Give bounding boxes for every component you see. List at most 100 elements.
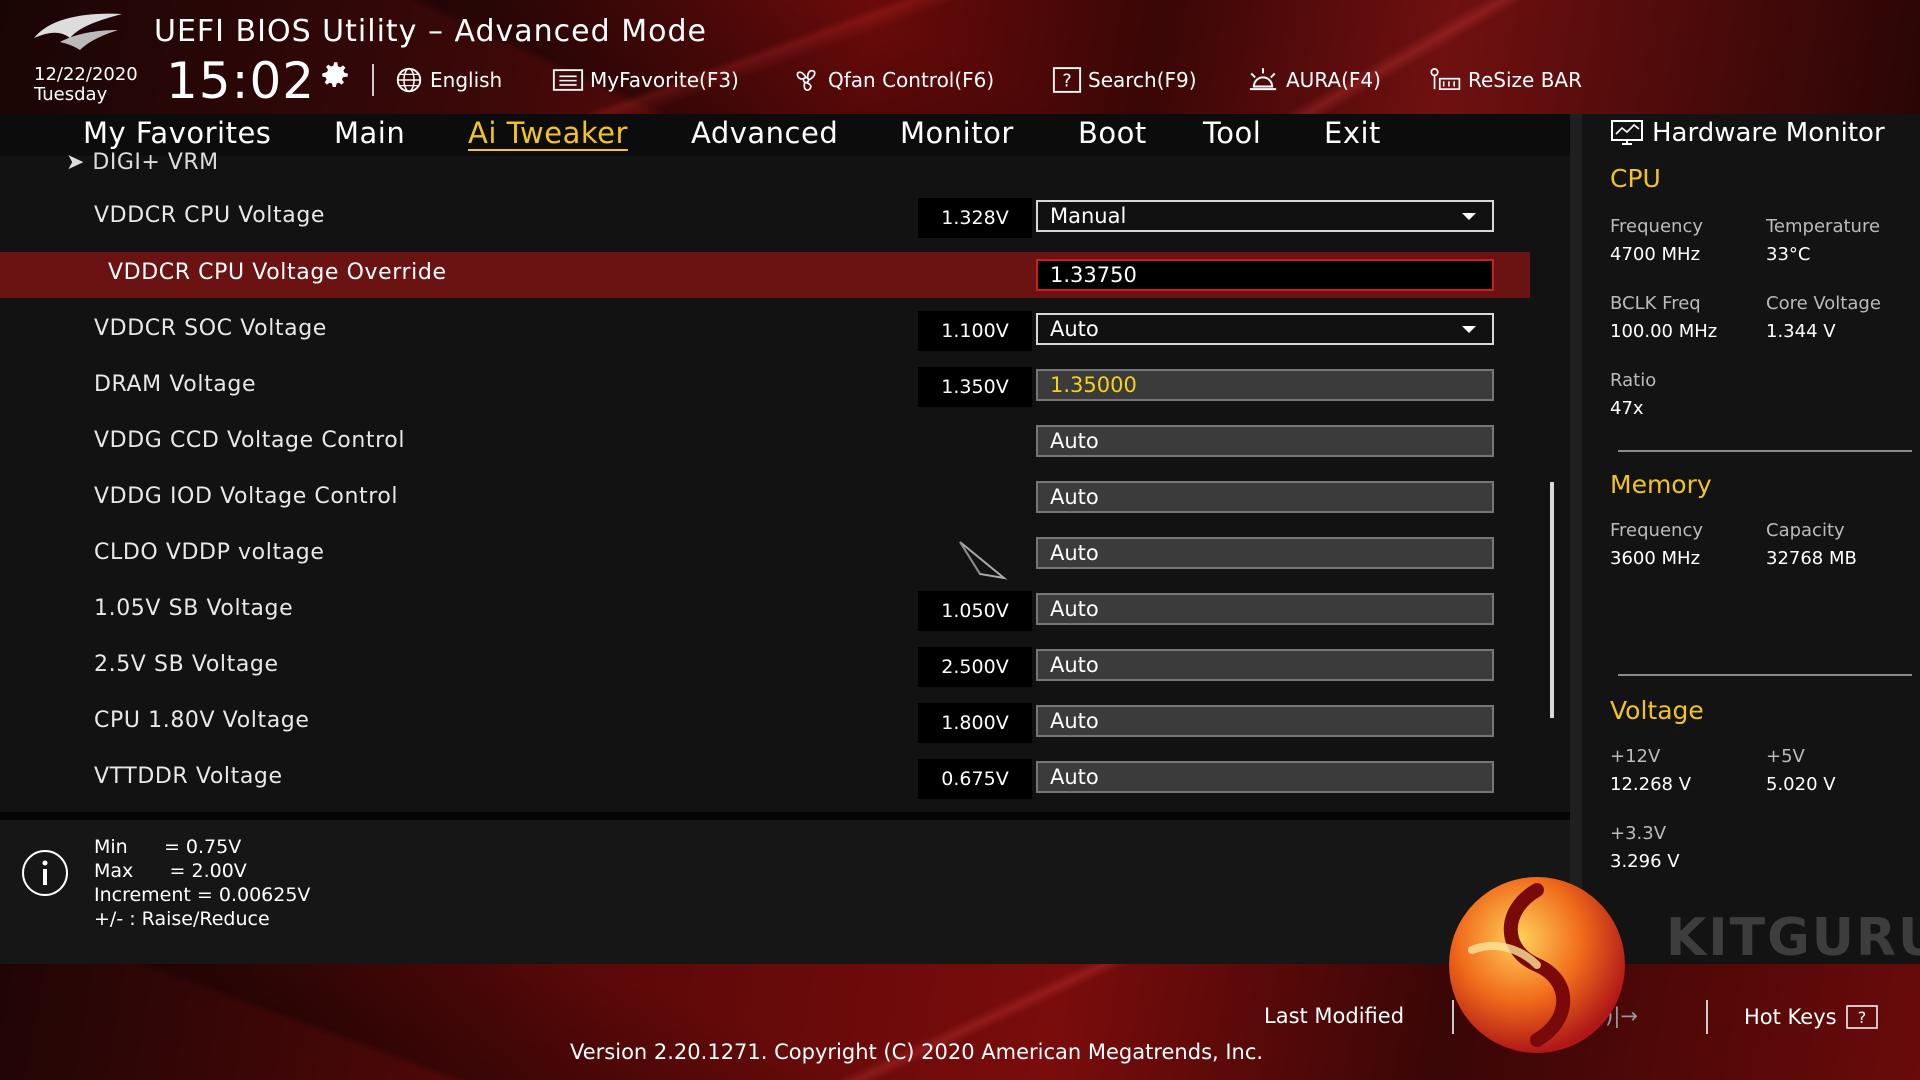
- v33-value: 3.296 V: [1610, 851, 1680, 872]
- current-voltage: 0.675V: [918, 759, 1032, 799]
- search-button[interactable]: ? Search(F9): [1052, 64, 1197, 96]
- hardware-monitor-label: Hardware Monitor: [1652, 118, 1885, 148]
- setting-field[interactable]: Auto: [1036, 761, 1494, 793]
- hardware-monitor-title: Hardware Monitor: [1610, 118, 1885, 148]
- dram-voltage-field[interactable]: 1.35000: [1036, 369, 1494, 401]
- setting-field[interactable]: Auto: [1036, 649, 1494, 681]
- language-button[interactable]: English: [394, 64, 502, 96]
- favorite-list-icon: [552, 69, 584, 91]
- header-bar: UEFI BIOS Utility – Advanced Mode 12/22/…: [0, 0, 1920, 114]
- header-divider: [372, 64, 374, 96]
- info-hint: +/- : Raise/Reduce: [94, 908, 270, 930]
- setting-field[interactable]: Auto: [1036, 705, 1494, 737]
- scrollbar-thumb[interactable]: [1550, 482, 1554, 718]
- gear-icon[interactable]: [318, 58, 352, 92]
- fan-icon: [796, 69, 816, 91]
- aura-light-icon: [1249, 68, 1277, 91]
- setting-row-vddcr-cpu-voltage[interactable]: VDDCR CPU Voltage 1.328V Manual: [0, 195, 1530, 241]
- setting-row-vddg-iod[interactable]: VDDG IOD Voltage Control Auto: [0, 476, 1530, 522]
- setting-row-vddcr-cpu-voltage-override[interactable]: VDDCR CPU Voltage Override 1.33750: [0, 252, 1530, 298]
- settings-list: ➤ DIGI+ VRM VDDCR CPU Voltage 1.328V Man…: [0, 150, 1570, 812]
- cpu-temperature-label: Temperature: [1766, 216, 1881, 237]
- tab-exit[interactable]: Exit: [1324, 116, 1381, 150]
- setting-dropdown[interactable]: Manual: [1036, 200, 1494, 232]
- globe-icon: [396, 67, 422, 93]
- setting-label: CLDO VDDP voltage: [94, 540, 325, 565]
- info-max: Max = 2.00V: [94, 860, 247, 882]
- v33-label: +3.3V: [1610, 823, 1667, 844]
- mouse-cursor-icon: [959, 541, 1008, 580]
- day-text: Tuesday: [34, 84, 108, 105]
- submenu-digi-vrm[interactable]: ➤ DIGI+ VRM: [66, 150, 219, 175]
- resize-bar-label: ReSize BAR: [1468, 68, 1583, 92]
- help-info-panel: Min = 0.75V Max = 2.00V Increment = 0.00…: [0, 812, 1570, 964]
- setting-row-cpu-1-80v[interactable]: CPU 1.80V Voltage 1.800V Auto: [0, 700, 1530, 746]
- hot-keys-button[interactable]: Hot Keys ?: [1744, 1004, 1879, 1030]
- svg-text:?: ?: [1857, 1008, 1866, 1027]
- core-voltage-value: 1.344 V: [1766, 321, 1836, 342]
- tab-main[interactable]: Main: [334, 116, 405, 150]
- hardware-monitor-panel: Hardware Monitor CPU Frequency 4700 MHz …: [1570, 114, 1920, 964]
- setting-field[interactable]: Auto: [1036, 425, 1494, 457]
- tab-tool[interactable]: Tool: [1203, 116, 1261, 150]
- rog-logo-icon: [34, 13, 122, 50]
- cpu-temperature-value: 33°C: [1766, 244, 1811, 265]
- current-voltage: 1.100V: [918, 311, 1032, 351]
- hot-keys-label: Hot Keys: [1744, 1005, 1837, 1029]
- tab-advanced[interactable]: Advanced: [691, 116, 838, 150]
- setting-label: VDDCR CPU Voltage Override: [108, 260, 447, 285]
- resize-bar-icon: [1430, 68, 1461, 91]
- tab-my-favorites[interactable]: My Favorites: [83, 116, 271, 150]
- setting-field[interactable]: Auto: [1036, 537, 1494, 569]
- myfavorite-label: MyFavorite(F3): [590, 68, 739, 92]
- v5-label: +5V: [1766, 746, 1805, 767]
- setting-row-vddg-ccd[interactable]: VDDG CCD Voltage Control Auto: [0, 420, 1530, 466]
- dropdown-value: Manual: [1050, 204, 1127, 228]
- kitguru-logo-icon: [1449, 877, 1625, 1053]
- setting-row-vttddr[interactable]: VTTDDR Voltage 0.675V Auto: [0, 756, 1530, 802]
- current-voltage: 1.050V: [918, 591, 1032, 631]
- footer-bar: Last Modified EzMode(F7)|→ Hot Keys ? Ve…: [0, 964, 1920, 1080]
- setting-field[interactable]: Auto: [1036, 481, 1494, 513]
- tab-monitor[interactable]: Monitor: [900, 116, 1014, 150]
- myfavorite-button[interactable]: MyFavorite(F3): [552, 64, 739, 96]
- app-title: UEFI BIOS Utility – Advanced Mode: [154, 14, 707, 49]
- date-text: 12/22/2020: [34, 64, 138, 85]
- tab-boot[interactable]: Boot: [1078, 116, 1147, 150]
- tab-ai-tweaker[interactable]: Ai Tweaker: [468, 116, 628, 150]
- search-label: Search(F9): [1088, 68, 1197, 92]
- ratio-value: 47x: [1610, 398, 1644, 419]
- voltage-override-input[interactable]: 1.33750: [1036, 259, 1494, 291]
- chevron-down-icon: [1462, 326, 1476, 333]
- bclk-value: 100.00 MHz: [1610, 321, 1718, 342]
- search-help-icon: ?: [1052, 67, 1082, 93]
- memory-frequency-value: 3600 MHz: [1610, 548, 1701, 569]
- current-voltage: 1.328V: [918, 198, 1032, 238]
- current-voltage: 1.800V: [918, 703, 1032, 743]
- last-modified-button[interactable]: Last Modified: [1264, 1004, 1404, 1028]
- setting-row-2-5v-sb[interactable]: 2.5V SB Voltage 2.500V Auto: [0, 644, 1530, 690]
- memory-capacity-value: 32768 MB: [1766, 548, 1857, 569]
- memory-section-heading: Memory: [1610, 470, 1712, 499]
- main-nav: My Favorites Main Ai Tweaker Advanced Mo…: [0, 114, 1570, 156]
- section-divider: [1618, 450, 1912, 452]
- info-icon: [22, 850, 68, 896]
- setting-row-cldo-vddp[interactable]: CLDO VDDP voltage Auto: [0, 532, 1530, 578]
- setting-label: VDDG IOD Voltage Control: [94, 484, 399, 509]
- resize-bar-button[interactable]: ReSize BAR: [1428, 64, 1582, 96]
- setting-dropdown[interactable]: Auto: [1036, 313, 1494, 345]
- setting-row-vddcr-soc-voltage[interactable]: VDDCR SOC Voltage 1.100V Auto: [0, 308, 1530, 354]
- setting-row-1-05v-sb[interactable]: 1.05V SB Voltage 1.050V Auto: [0, 588, 1530, 634]
- memory-frequency-label: Frequency: [1610, 520, 1703, 541]
- kitguru-watermark: KITGURU: [1666, 908, 1920, 968]
- setting-row-dram-voltage[interactable]: DRAM Voltage 1.350V 1.35000: [0, 364, 1530, 410]
- qfan-control-label: Qfan Control(F6): [828, 68, 995, 92]
- setting-label: DRAM Voltage: [94, 372, 257, 397]
- setting-label: VDDCR SOC Voltage: [94, 316, 327, 341]
- footer-divider: [1706, 1000, 1708, 1034]
- monitor-icon: [1611, 120, 1643, 145]
- aura-button[interactable]: AURA(F4): [1246, 64, 1381, 96]
- setting-field[interactable]: Auto: [1036, 593, 1494, 625]
- qfan-control-button[interactable]: Qfan Control(F6): [790, 64, 994, 96]
- chevron-down-icon: [1462, 213, 1476, 220]
